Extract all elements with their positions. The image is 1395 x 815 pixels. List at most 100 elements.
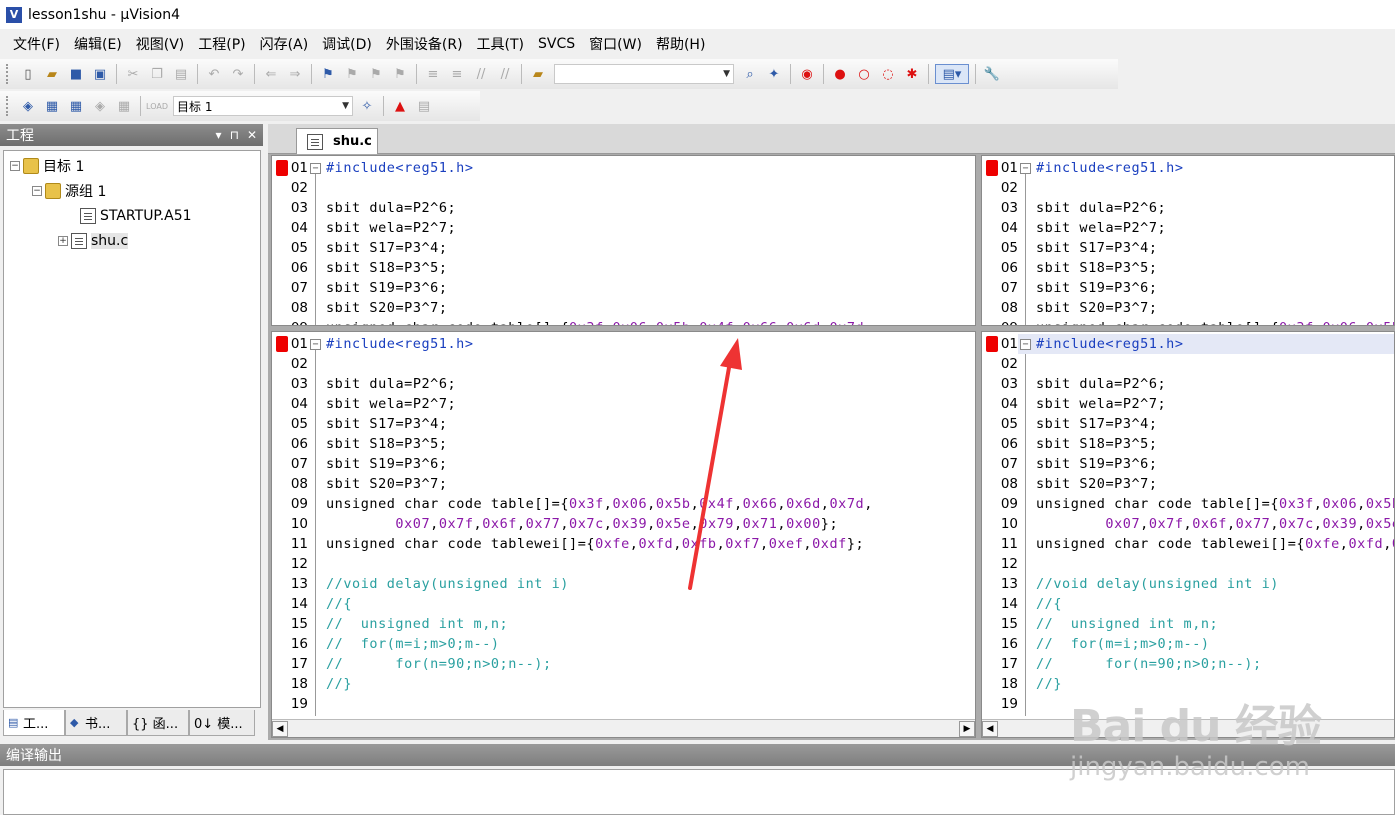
code-line[interactable]: 06 sbit S18=P3^5; (982, 434, 1394, 454)
code-line[interactable]: 05 sbit S17=P3^4; (272, 238, 975, 258)
horizontal-scrollbar[interactable]: ◀ ▶ (272, 719, 975, 737)
indent-icon[interactable]: ≡ (423, 64, 443, 84)
bookmark-prev-icon[interactable]: ⚑ (342, 64, 362, 84)
breakpoint-kill-all-icon[interactable]: ✱ (902, 64, 922, 84)
code-line[interactable]: 05 sbit S17=P3^4; (272, 414, 975, 434)
save-all-icon[interactable]: ▣ (90, 64, 110, 84)
code-line[interactable]: 03 sbit dula=P2^6; (982, 374, 1394, 394)
code-line[interactable]: 14 //{ (272, 594, 975, 614)
window-layout-icon[interactable]: ▤▾ (935, 64, 969, 84)
breakpoint-disable-all-icon[interactable]: ◌ (878, 64, 898, 84)
find-combo[interactable]: ▼ (554, 64, 734, 84)
bookmark-next-icon[interactable]: ⚑ (366, 64, 386, 84)
code-line[interactable]: 09 unsigned char code table[]={0x3f,0x06,… (982, 494, 1394, 514)
bookmark-clear-icon[interactable]: ⚑ (390, 64, 410, 84)
bookmark-icon[interactable] (986, 160, 998, 176)
code-line[interactable]: 04 sbit wela=P2^7; (272, 394, 975, 414)
configure-icon[interactable]: 🔧 (982, 64, 1002, 84)
menu-window[interactable]: 窗口(W) (582, 34, 649, 54)
navigate-forward-icon[interactable]: ⇒ (285, 64, 305, 84)
editor-pane-top-right[interactable]: 01− #include<reg51.h> 02 03 sbit dula=P2^6; 0… (981, 155, 1395, 326)
translate-icon[interactable]: ◈ (18, 96, 38, 116)
code-line[interactable]: 04 sbit wela=P2^7; (982, 218, 1394, 238)
select-device-icon[interactable]: ▤ (414, 96, 434, 116)
code-line[interactable]: 10 0x07,0x7f,0x6f,0x77,0x7c,0x39,0x5e,0x… (272, 514, 975, 534)
tab-templates[interactable]: 0↓ 模... (189, 710, 255, 736)
toolbar-grip[interactable] (6, 96, 10, 116)
code-line[interactable]: 13 //void delay(unsigned int i) (982, 574, 1394, 594)
new-file-icon[interactable]: ▯ (18, 64, 38, 84)
menu-view[interactable]: 视图(V) (129, 34, 192, 54)
code-line[interactable]: 04 sbit wela=P2^7; (272, 218, 975, 238)
code-line[interactable]: 17 // for(n=90;n>0;n--); (982, 654, 1394, 674)
code-line[interactable]: 06 sbit S18=P3^5; (272, 258, 975, 278)
code-line[interactable]: 18 //} (272, 674, 975, 694)
code-line[interactable]: 08 sbit S20=P3^7; (272, 298, 975, 318)
menu-svcs[interactable]: SVCS (531, 36, 582, 52)
tree-node-group[interactable]: − 源组 1 (32, 181, 106, 201)
manage-components-icon[interactable]: ▲ (390, 96, 410, 116)
code-line[interactable]: 08 sbit S20=P3^7; (982, 298, 1394, 318)
code-line[interactable]: 08 sbit S20=P3^7; (982, 474, 1394, 494)
menu-tools[interactable]: 工具(T) (470, 34, 531, 54)
code-line[interactable]: 05 sbit S17=P3^4; (982, 238, 1394, 258)
code-line[interactable]: 16 // for(m=i;m>0;m--) (272, 634, 975, 654)
code-line[interactable]: 03 sbit dula=P2^6; (272, 374, 975, 394)
target-options-icon[interactable]: ✧ (357, 96, 377, 116)
code-line[interactable]: 15 // unsigned int m,n; (982, 614, 1394, 634)
code-line[interactable]: 16 // for(m=i;m>0;m--) (982, 634, 1394, 654)
tree-node-target[interactable]: − 目标 1 (10, 156, 84, 176)
code-line[interactable]: 02 (272, 178, 975, 198)
unindent-icon[interactable]: ≡ (447, 64, 467, 84)
bookmark-icon[interactable] (276, 160, 288, 176)
cut-icon[interactable]: ✂ (123, 64, 143, 84)
code-line[interactable]: 11 unsigned char code tablewei[]={0xfe,0x… (982, 534, 1394, 554)
menu-flash[interactable]: 闪存(A) (253, 34, 316, 54)
code-line[interactable]: 11 unsigned char code tablewei[]={0xfe,0x… (272, 534, 975, 554)
scroll-left-icon[interactable]: ◀ (982, 720, 998, 737)
editor-pane-top-left[interactable]: 01− #include<reg51.h> 02 03 sbit dula=P2^6; 0… (271, 155, 976, 326)
code-line[interactable]: 19 (982, 694, 1394, 714)
collapse-icon[interactable]: − (10, 161, 20, 171)
comment-icon[interactable]: // (471, 64, 491, 84)
collapse-icon[interactable]: − (32, 186, 42, 196)
scroll-left-icon[interactable]: ◀ (272, 720, 288, 737)
batch-build-icon[interactable]: ◈ (90, 96, 110, 116)
code-line[interactable]: 19 (272, 694, 975, 714)
code-line[interactable]: 03 sbit dula=P2^6; (982, 198, 1394, 218)
open-folder-icon[interactable]: ▰ (42, 64, 62, 84)
code-line[interactable]: 09 unsigned char code table[]={0x3f,0x06,… (272, 494, 975, 514)
stop-build-icon[interactable]: ▦ (114, 96, 134, 116)
code-line[interactable]: 15 // unsigned int m,n; (272, 614, 975, 634)
code-line[interactable]: 12 (272, 554, 975, 574)
find-icon[interactable]: ⌕ (740, 64, 760, 84)
panel-menu-icon[interactable]: ▾ (216, 128, 222, 142)
expand-icon[interactable]: + (58, 236, 68, 246)
code-line[interactable]: 01− #include<reg51.h> (272, 158, 975, 178)
menu-debug[interactable]: 调试(D) (315, 34, 379, 54)
build-icon[interactable]: ▦ (42, 96, 62, 116)
navigate-back-icon[interactable]: ⇐ (261, 64, 281, 84)
tab-books[interactable]: ◆ 书... (65, 710, 127, 736)
fold-toggle-icon[interactable]: − (310, 339, 321, 350)
code-line[interactable]: 01− #include<reg51.h> (982, 158, 1394, 178)
scroll-right-icon[interactable]: ▶ (959, 720, 975, 737)
code-line[interactable]: 17 // for(n=90;n>0;n--); (272, 654, 975, 674)
paste-icon[interactable]: ▤ (171, 64, 191, 84)
pin-icon[interactable]: ⊓ (230, 128, 239, 142)
code-line[interactable]: 07 sbit S19=P3^6; (272, 278, 975, 298)
find-in-files-icon[interactable]: ▰ (528, 64, 548, 84)
fold-toggle-icon[interactable]: − (1020, 339, 1031, 350)
code-line[interactable]: 07 sbit S19=P3^6; (982, 278, 1394, 298)
code-line[interactable]: 12 (982, 554, 1394, 574)
tree-node-file[interactable]: + shu.c (58, 231, 129, 251)
code-line[interactable]: 05 sbit S17=P3^4; (982, 414, 1394, 434)
horizontal-scrollbar[interactable]: ◀ (982, 719, 1394, 737)
editor-pane-bottom-right[interactable]: 01− #include<reg51.h> 02 03 sbit dula=P2^6; 0… (981, 331, 1395, 738)
menu-project[interactable]: 工程(P) (191, 34, 252, 54)
fold-toggle-icon[interactable]: − (1020, 163, 1031, 174)
rebuild-icon[interactable]: ▦ (66, 96, 86, 116)
tab-project[interactable]: ▤ 工... (3, 710, 65, 736)
code-line[interactable]: 06 sbit S18=P3^5; (272, 434, 975, 454)
tab-shu-c[interactable]: shu.c (296, 128, 378, 154)
